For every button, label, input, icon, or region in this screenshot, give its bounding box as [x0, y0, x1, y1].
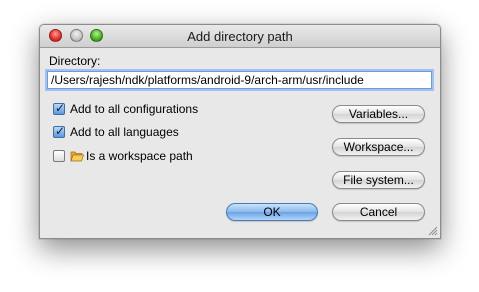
add-to-all-languages-checkbox[interactable]: ✓ — [53, 124, 66, 138]
add-to-all-configurations-label: Add to all configurations — [70, 102, 199, 116]
is-workspace-path-option[interactable]: Is a workspace path — [53, 148, 193, 164]
checkmark-icon: ✓ — [54, 124, 66, 138]
is-workspace-path-checkbox[interactable] — [53, 150, 65, 162]
window-title: Add directory path — [187, 29, 293, 44]
resize-grip-icon[interactable] — [428, 226, 438, 236]
directory-path-input[interactable] — [47, 71, 432, 89]
title-bar[interactable]: Add directory path — [40, 25, 440, 48]
cancel-button[interactable]: Cancel — [332, 203, 425, 221]
add-to-all-configurations-checkbox[interactable]: ✓ — [53, 101, 66, 115]
checkmark-icon: ✓ — [54, 101, 66, 115]
file-system-button[interactable]: File system... — [332, 171, 425, 189]
add-to-all-languages-option[interactable]: ✓ Add to all languages — [53, 124, 179, 140]
variables-button[interactable]: Variables... — [332, 105, 425, 123]
is-workspace-path-label: Is a workspace path — [86, 149, 193, 163]
add-to-all-configurations-option[interactable]: ✓ Add to all configurations — [53, 101, 198, 117]
ok-button[interactable]: OK — [226, 203, 318, 221]
workspace-button[interactable]: Workspace... — [332, 138, 425, 156]
add-to-all-languages-label: Add to all languages — [70, 125, 179, 139]
folder-icon — [70, 151, 84, 162]
add-directory-path-dialog: Add directory path Directory: ✓ Add to a… — [39, 24, 441, 239]
directory-label: Directory: — [49, 54, 101, 68]
